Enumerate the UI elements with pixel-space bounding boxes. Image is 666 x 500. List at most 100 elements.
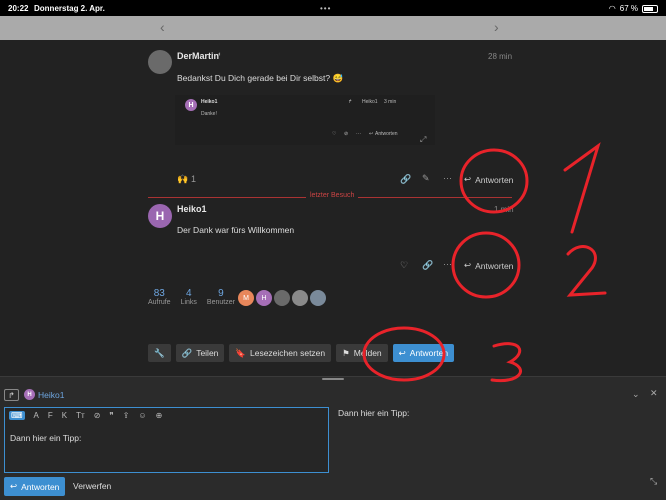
flag-icon: ⚑	[342, 347, 350, 358]
post-time[interactable]: 28 min	[488, 52, 512, 61]
submit-label: Antworten	[21, 481, 60, 492]
quote-link-icon: ⊘	[344, 131, 349, 137]
quote-reply-arrow-icon: ↱	[348, 99, 353, 105]
reply-arrow-icon: ↩	[398, 347, 406, 358]
stat-number: 83	[153, 288, 165, 299]
topic-footer-buttons: 🔧 🔗 Teilen 🔖 Lesezeichen setzen ⚑ Melden…	[148, 344, 455, 362]
link-icon[interactable]: ⊘	[94, 411, 101, 420]
reply-label: Antworten	[475, 260, 514, 271]
post-reply-button[interactable]: ↩ Antworten	[464, 260, 513, 271]
composer-text[interactable]: Dann hier ein Tipp:	[10, 433, 81, 443]
ios-status-bar: 20:22 Donnerstag 2. Apr. ••• ◠ 67 %	[0, 0, 666, 16]
quote-time: 3 min	[384, 99, 397, 105]
participant-avatar[interactable]	[274, 290, 290, 306]
post-text: Der Dank war fürs Willkommen	[177, 225, 295, 235]
plus-circle-icon[interactable]: ⊕	[156, 411, 163, 420]
stat-links[interactable]: 4 Links	[181, 288, 197, 306]
close-icon[interactable]: ✕	[650, 388, 658, 399]
stat-label: Benutzer	[206, 299, 235, 306]
composer-preview: Dann hier ein Tipp:	[338, 408, 410, 418]
participant-avatar[interactable]: M	[238, 290, 254, 306]
like-heart-icon[interactable]: ♡	[400, 260, 408, 271]
stat-users: 9 Benutzer	[207, 288, 235, 306]
participant-avatars: M H	[238, 290, 326, 306]
stat-label: Aufrufe	[148, 299, 171, 306]
link-icon[interactable]: 🔗	[400, 174, 411, 185]
back-arrow-icon[interactable]: ‹	[160, 19, 165, 35]
expand-composer-icon[interactable]: ⤡	[650, 476, 657, 487]
composer-reply-target[interactable]: Heiko1	[38, 390, 64, 400]
quote-author: Heiko1	[201, 99, 218, 105]
quote-icon[interactable]: ❞	[109, 411, 113, 420]
upload-icon[interactable]: ⇪	[123, 411, 130, 420]
forward-arrow-icon[interactable]: ›	[494, 19, 499, 35]
battery-icon	[642, 4, 658, 13]
minimize-icon[interactable]: ⌄	[632, 389, 640, 400]
composer-resize-grip[interactable]	[322, 378, 344, 380]
moderator-shield-icon: ◐	[218, 51, 223, 58]
link-icon[interactable]: 🔗	[422, 260, 433, 271]
share-label: Teilen	[196, 348, 219, 358]
toolbar-button[interactable]: A	[34, 411, 39, 420]
reply-arrow-icon: ↩	[464, 260, 472, 270]
reply-arrow-icon: ↩	[464, 174, 472, 184]
stat-views: 83 Aufrufe	[148, 288, 171, 306]
more-icon[interactable]: ···	[443, 259, 452, 269]
composer-toolbar: ⌨ A F K Tт ⊘ ❞ ⇪ ☺ ⊕	[9, 411, 162, 420]
stat-label: Links	[180, 299, 197, 306]
participant-avatar[interactable]	[292, 290, 308, 306]
admin-wrench-button[interactable]: 🔧	[148, 344, 171, 362]
toolbar-button[interactable]: K	[62, 411, 67, 420]
reaction-emoji-icon[interactable]: 🙌	[177, 174, 188, 185]
edit-pencil-icon[interactable]: ✎	[422, 173, 430, 184]
last-visit-label: letzter Besuch	[306, 192, 359, 199]
reply-label: Antworten	[409, 348, 449, 358]
reply-arrow-icon: ↩	[10, 481, 18, 491]
topic-reply-button[interactable]: ↩ Antworten	[392, 344, 455, 362]
multitasking-dots[interactable]: •••	[320, 4, 331, 13]
bookmark-label: Lesezeichen setzen	[250, 348, 326, 358]
battery-percent: 67 %	[619, 4, 638, 13]
participant-avatar[interactable]	[310, 290, 326, 306]
post-reply-button[interactable]: ↩ Antworten	[464, 174, 513, 185]
participant-avatar[interactable]: H	[256, 290, 272, 306]
stat-number: 9	[218, 288, 224, 299]
toolbar-button[interactable]: F	[48, 411, 53, 420]
post-avatar[interactable]	[148, 50, 172, 74]
bookmark-button[interactable]: 🔖 Lesezeichen setzen	[229, 344, 332, 362]
quote-reply-to: Heiko1	[362, 99, 378, 105]
quote-reply-icon: ↩	[369, 131, 374, 137]
link-icon: 🔗	[181, 347, 193, 358]
stat-number: 4	[185, 288, 192, 299]
composer-action-icon[interactable]: ↱	[4, 389, 19, 401]
post-avatar[interactable]: H	[148, 204, 172, 228]
toggle-rich-editor-icon[interactable]: ⌨	[9, 411, 25, 420]
composer-discard-button[interactable]: Verwerfen	[73, 481, 111, 491]
quote-more-icon: ···	[356, 131, 361, 137]
composer-target-avatar: H	[24, 389, 35, 400]
wrench-icon: 🔧	[154, 347, 165, 358]
quote-like-icon: ♡	[332, 131, 337, 137]
browser-nav-bar: ‹ ›	[0, 16, 666, 40]
post-text: Bedankst Du Dich gerade bei Dir selbst? …	[177, 73, 344, 83]
quote-reply-label: Antworten	[375, 131, 398, 137]
status-date: Donnerstag 2. Apr.	[34, 4, 105, 13]
share-button[interactable]: 🔗 Teilen	[175, 344, 225, 362]
status-time: 20:22	[8, 4, 29, 13]
wifi-icon: ◠	[608, 4, 616, 13]
reaction-count: 1	[191, 174, 197, 184]
post-time[interactable]: 1 min	[494, 205, 514, 214]
quote-avatar: H	[185, 99, 197, 111]
more-icon[interactable]: ···	[443, 173, 452, 183]
flag-label: Melden	[353, 348, 382, 358]
composer-submit-button[interactable]: ↩ Antworten	[4, 477, 66, 496]
heading-icon[interactable]: Tт	[76, 411, 85, 420]
quote-text: Danke!	[201, 111, 217, 117]
post-author[interactable]: DerMartin	[177, 51, 219, 61]
bookmark-icon: 🔖	[235, 347, 246, 358]
topic-stats: 83 Aufrufe 4 Links 9 Benutzer	[148, 288, 235, 306]
emoji-icon[interactable]: ☺	[138, 411, 146, 420]
post-author[interactable]: Heiko1	[177, 204, 207, 214]
flag-button[interactable]: ⚑ Melden	[336, 344, 388, 362]
expand-icon[interactable]: ⤢	[420, 135, 426, 145]
